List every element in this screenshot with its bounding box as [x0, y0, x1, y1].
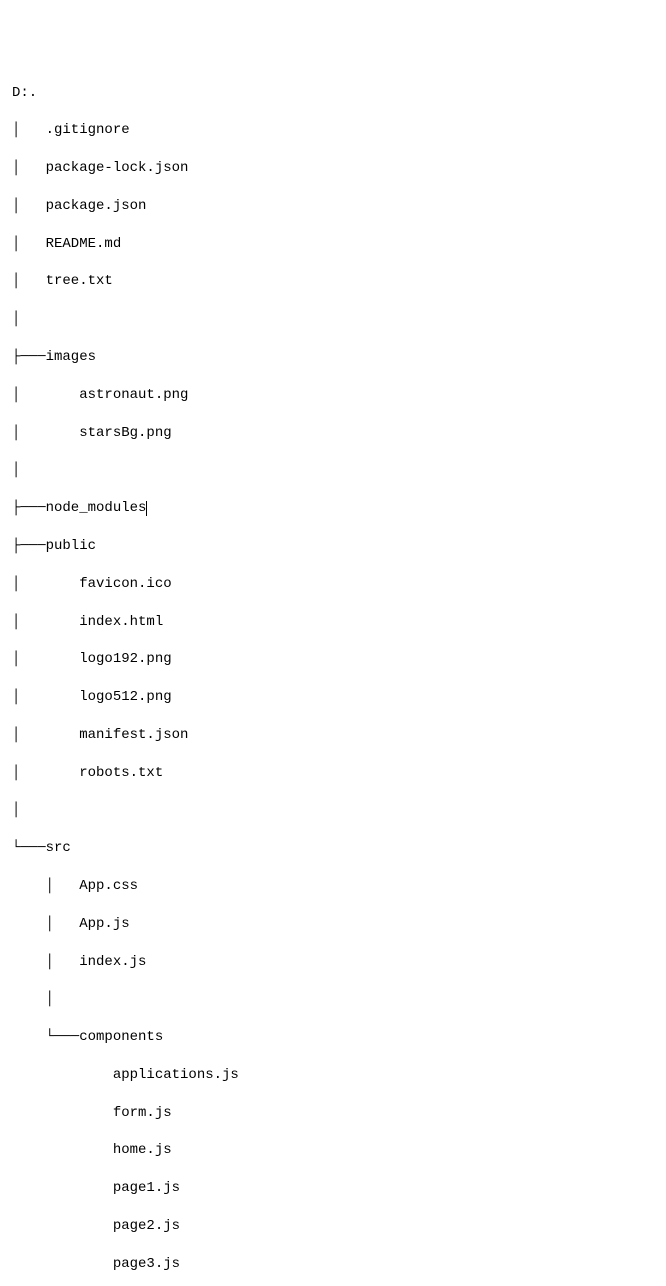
tree-file: form.js: [12, 1104, 654, 1123]
tree-file: │ README.md: [12, 235, 654, 254]
tree-file: applications.js: [12, 1066, 654, 1085]
tree-file: │ index.js: [12, 953, 654, 972]
tree-file: │ logo512.png: [12, 688, 654, 707]
tree-blank: │: [12, 990, 654, 1009]
tree-file: │ robots.txt: [12, 764, 654, 783]
tree-file: home.js: [12, 1141, 654, 1160]
tree-file: │ favicon.ico: [12, 575, 654, 594]
tree-file: │ starsBg.png: [12, 424, 654, 443]
tree-dir-src: └───src: [12, 839, 654, 858]
tree-file: │ index.html: [12, 613, 654, 632]
tree-file: │ astronaut.png: [12, 386, 654, 405]
text-cursor: [146, 501, 147, 516]
tree-file: │ App.css: [12, 877, 654, 896]
tree-blank: │: [12, 801, 654, 820]
tree-file: │ manifest.json: [12, 726, 654, 745]
tree-file: │ .gitignore: [12, 121, 654, 140]
tree-dir-images: ├───images: [12, 348, 654, 367]
tree-dir-components: └───components: [12, 1028, 654, 1047]
tree-dir-node-modules: ├───node_modules: [12, 499, 654, 518]
tree-file: │ logo192.png: [12, 650, 654, 669]
tree-file: │ package.json: [12, 197, 654, 216]
tree-file: page2.js: [12, 1217, 654, 1236]
tree-dir-public: ├───public: [12, 537, 654, 556]
tree-blank: │: [12, 461, 654, 480]
tree-root: D:.: [12, 84, 654, 103]
tree-file: page1.js: [12, 1179, 654, 1198]
tree-file: page3.js: [12, 1255, 654, 1274]
tree-file: │ package-lock.json: [12, 159, 654, 178]
tree-file: │ App.js: [12, 915, 654, 934]
tree-file: │ tree.txt: [12, 272, 654, 291]
tree-blank: │: [12, 310, 654, 329]
